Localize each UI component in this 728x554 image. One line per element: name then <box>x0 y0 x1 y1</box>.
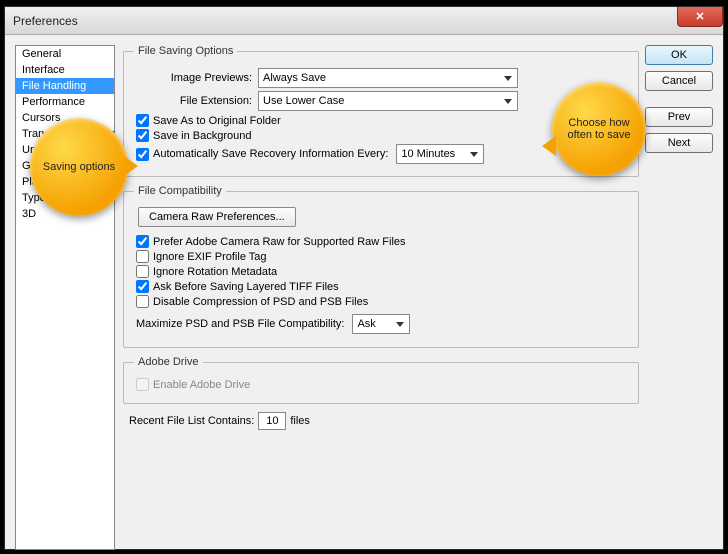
save-in-background-label: Save in Background <box>153 130 251 142</box>
disable-compress-input[interactable] <box>136 295 149 308</box>
titlebar: Preferences ✕ <box>5 7 723 35</box>
ask-tiff-checkbox[interactable]: Ask Before Saving Layered TIFF Files <box>136 280 628 293</box>
auto-save-interval-value: 10 Minutes <box>401 148 455 160</box>
maximize-compat-label: Maximize PSD and PSB File Compatibility: <box>136 318 344 330</box>
ignore-exif-label: Ignore EXIF Profile Tag <box>153 251 267 263</box>
ask-tiff-input[interactable] <box>136 280 149 293</box>
adobe-drive-group: Adobe Drive Enable Adobe Drive <box>123 356 639 404</box>
cancel-button[interactable]: Cancel <box>645 71 713 91</box>
ignore-exif-checkbox[interactable]: Ignore EXIF Profile Tag <box>136 250 628 263</box>
file-extension-select[interactable]: Use Lower Case <box>258 91 518 111</box>
sidebar-item-performance[interactable]: Performance <box>16 94 114 110</box>
ignore-rotation-checkbox[interactable]: Ignore Rotation Metadata <box>136 265 628 278</box>
callout-saving-options: Saving options <box>30 118 128 216</box>
auto-save-interval-select[interactable]: 10 Minutes <box>396 144 484 164</box>
file-compatibility-group: File Compatibility Camera Raw Preference… <box>123 185 639 348</box>
file-extension-value: Use Lower Case <box>263 95 344 107</box>
recent-count-input[interactable]: 10 <box>258 412 286 430</box>
callout-saving-text: Saving options <box>43 161 115 173</box>
prefer-acr-input[interactable] <box>136 235 149 248</box>
enable-adobe-drive-checkbox: Enable Adobe Drive <box>136 378 628 391</box>
ignore-exif-input[interactable] <box>136 250 149 263</box>
disable-compress-checkbox[interactable]: Disable Compression of PSD and PSB Files <box>136 295 628 308</box>
maximize-compat-value: Ask <box>357 318 375 330</box>
adobe-drive-legend: Adobe Drive <box>134 356 203 368</box>
callout-choose-text: Choose how often to save <box>560 117 638 141</box>
prefer-acr-checkbox[interactable]: Prefer Adobe Camera Raw for Supported Ra… <box>136 235 628 248</box>
save-in-background-input[interactable] <box>136 129 149 142</box>
callout-tail-icon <box>124 156 138 176</box>
file-extension-label: File Extension: <box>134 95 258 107</box>
maximize-compat-select[interactable]: Ask <box>352 314 410 334</box>
next-button[interactable]: Next <box>645 133 713 153</box>
auto-save-label: Automatically Save Recovery Information … <box>153 148 388 160</box>
recent-prefix: Recent File List Contains: <box>129 415 254 427</box>
prev-button[interactable]: Prev <box>645 107 713 127</box>
image-previews-value: Always Save <box>263 72 326 84</box>
close-icon: ✕ <box>695 10 704 23</box>
image-previews-label: Image Previews: <box>134 72 258 84</box>
ok-button[interactable]: OK <box>645 45 713 65</box>
enable-adobe-drive-input <box>136 378 149 391</box>
callout-tail-icon <box>542 136 556 156</box>
recent-files-row: Recent File List Contains: 10 files <box>129 412 639 430</box>
callout-choose-often: Choose how often to save <box>552 82 646 176</box>
file-saving-legend: File Saving Options <box>134 45 237 57</box>
window-title: Preferences <box>13 14 78 28</box>
close-button[interactable]: ✕ <box>677 7 723 27</box>
file-compat-legend: File Compatibility <box>134 185 226 197</box>
image-previews-select[interactable]: Always Save <box>258 68 518 88</box>
sidebar-item-general[interactable]: General <box>16 46 114 62</box>
save-as-original-label: Save As to Original Folder <box>153 115 281 127</box>
ignore-rotation-label: Ignore Rotation Metadata <box>153 266 277 278</box>
recent-suffix: files <box>290 415 310 427</box>
save-as-original-input[interactable] <box>136 114 149 127</box>
camera-raw-prefs-button[interactable]: Camera Raw Preferences... <box>138 207 296 227</box>
sidebar-item-file-handling[interactable]: File Handling <box>16 78 114 94</box>
ignore-rotation-input[interactable] <box>136 265 149 278</box>
disable-compress-label: Disable Compression of PSD and PSB Files <box>153 296 368 308</box>
enable-adobe-drive-label: Enable Adobe Drive <box>153 379 250 391</box>
prefer-acr-label: Prefer Adobe Camera Raw for Supported Ra… <box>153 236 406 248</box>
sidebar-item-interface[interactable]: Interface <box>16 62 114 78</box>
dialog-buttons: OK Cancel Prev Next <box>645 45 713 159</box>
ask-tiff-label: Ask Before Saving Layered TIFF Files <box>153 281 339 293</box>
